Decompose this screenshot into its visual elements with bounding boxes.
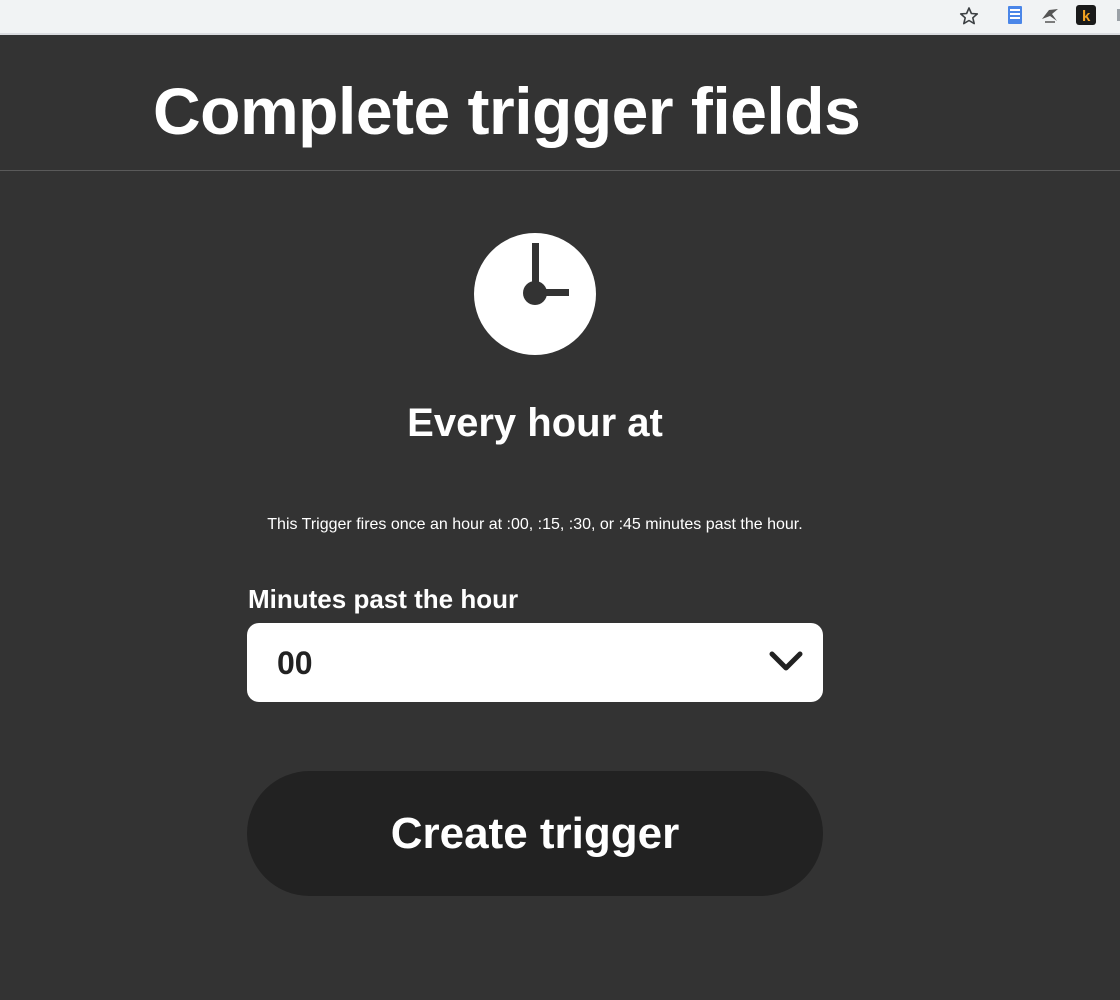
doc-extension-icon[interactable] xyxy=(1005,5,1025,25)
extension-overflow-icon[interactable] xyxy=(1110,5,1120,25)
chevron-down-icon xyxy=(769,651,803,671)
omnibox[interactable] xyxy=(0,0,988,32)
minutes-select[interactable]: 00 xyxy=(247,623,823,702)
page-content: Complete trigger fields Every hour at Th… xyxy=(0,35,1120,1000)
k-extension-icon[interactable]: k xyxy=(1076,5,1096,25)
create-trigger-button[interactable]: Create trigger xyxy=(247,771,823,896)
k-extension-letter: k xyxy=(1082,8,1091,25)
minutes-field-label: Minutes past the hour xyxy=(248,584,519,614)
minutes-select-value: 00 xyxy=(277,645,313,681)
browser-toolbar: k xyxy=(0,0,1120,35)
star-icon[interactable] xyxy=(958,5,980,27)
bird-extension-icon[interactable] xyxy=(1040,5,1060,25)
clock-icon xyxy=(474,233,596,355)
trigger-name: Every hour at xyxy=(407,401,663,445)
page-title: Complete trigger fields xyxy=(153,74,861,148)
trigger-description: This Trigger fires once an hour at :00, … xyxy=(267,516,803,533)
page-header: Complete trigger fields xyxy=(0,35,1120,171)
